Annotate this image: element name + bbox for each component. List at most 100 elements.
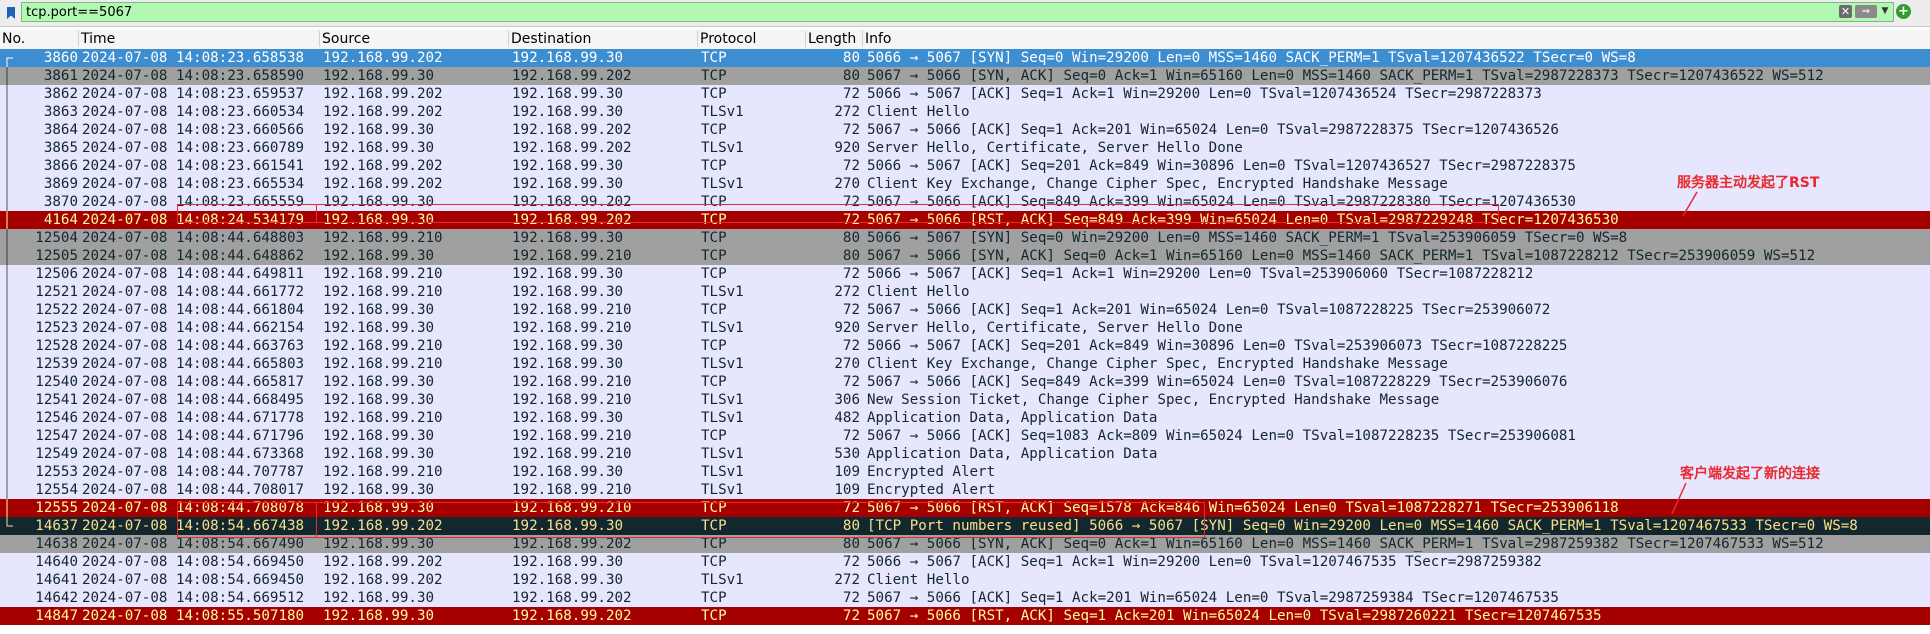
packet-info: Encrypted Alert	[867, 464, 996, 480]
packet-source: 192.168.99.30	[323, 590, 435, 606]
packet-number: 3869	[43, 176, 78, 192]
packet-source: 192.168.99.210	[323, 356, 443, 372]
packet-destination: 192.168.99.30	[512, 86, 624, 102]
packet-time: 2024-07-08 14:08:23.660566	[82, 122, 305, 138]
bookmark-icon[interactable]	[4, 5, 18, 20]
packet-protocol: TLSv1	[701, 320, 744, 336]
packet-time: 2024-07-08 14:08:54.669450	[82, 554, 305, 570]
packet-source: 192.168.99.30	[323, 446, 435, 462]
packet-row[interactable]: 3861 2024-07-08 14:08:23.658590 192.168.99…	[0, 67, 1930, 85]
packet-length: 920	[834, 140, 860, 156]
packet-protocol: TCP	[701, 68, 727, 84]
packet-protocol: TCP	[701, 230, 727, 246]
packet-row[interactable]: 3866 2024-07-08 14:08:23.661541 192.168.99…	[0, 157, 1930, 175]
packet-row[interactable]: 12553 2024-07-08 14:08:44.707787 192.168.9…	[0, 463, 1930, 481]
packet-destination: 192.168.99.210	[512, 446, 632, 462]
plus-icon[interactable]: +	[1896, 4, 1911, 19]
packet-row[interactable]: 12540 2024-07-08 14:08:44.665817 192.168.9…	[0, 373, 1930, 391]
packet-row[interactable]: 12549 2024-07-08 14:08:44.673368 192.168.9…	[0, 445, 1930, 463]
packet-source: 192.168.99.30	[323, 320, 435, 336]
packet-source: 192.168.99.202	[323, 50, 443, 66]
packet-row[interactable]: 3860 2024-07-08 14:08:23.658538 192.168.99…	[0, 49, 1930, 67]
packet-source: 192.168.99.210	[323, 284, 443, 300]
packet-source: 192.168.99.202	[323, 158, 443, 174]
packet-destination: 192.168.99.202	[512, 608, 632, 624]
annotation-box-time-col	[177, 502, 317, 538]
packet-destination: 192.168.99.30	[512, 554, 624, 570]
packet-info: 5066 → 5067 [ACK] Seq=1 Ack=1 Win=29200 …	[867, 86, 1542, 102]
packet-length: 72	[842, 86, 860, 102]
packet-row[interactable]: 12522 2024-07-08 14:08:44.661804 192.168.9…	[0, 301, 1930, 319]
display-filter-input[interactable]: tcp.port==5067	[21, 2, 1894, 22]
column-header-protocol[interactable]: Protocol	[700, 31, 756, 47]
packet-row[interactable]: 12505 2024-07-08 14:08:44.648862 192.168.9…	[0, 247, 1930, 265]
packet-length: 72	[842, 338, 860, 354]
column-header-no[interactable]: No.	[2, 31, 25, 47]
packet-row[interactable]: 14847 2024-07-08 14:08:55.507180 192.168.9…	[0, 607, 1930, 625]
packet-row[interactable]: 12528 2024-07-08 14:08:44.663763 192.168.9…	[0, 337, 1930, 355]
packet-source: 192.168.99.202	[323, 86, 443, 102]
packet-source: 192.168.99.202	[323, 104, 443, 120]
packet-source: 192.168.99.210	[323, 266, 443, 282]
packet-info: New Session Ticket, Change Cipher Spec, …	[867, 392, 1440, 408]
packet-row[interactable]: 3862 2024-07-08 14:08:23.659537 192.168.99…	[0, 85, 1930, 103]
packet-length: 272	[834, 284, 860, 300]
packet-length: 109	[834, 482, 860, 498]
packet-row[interactable]: 14641 2024-07-08 14:08:54.669450 192.168.9…	[0, 571, 1930, 589]
packet-destination: 192.168.99.30	[512, 284, 624, 300]
packet-row[interactable]: 14640 2024-07-08 14:08:54.669450 192.168.9…	[0, 553, 1930, 571]
packet-destination: 192.168.99.30	[512, 50, 624, 66]
column-header-source[interactable]: Source	[322, 31, 370, 47]
packet-length: 109	[834, 464, 860, 480]
packet-length: 80	[842, 248, 860, 264]
packet-info: Server Hello, Certificate, Server Hello …	[867, 320, 1243, 336]
column-header-info[interactable]: Info	[865, 31, 892, 47]
packet-protocol: TLSv1	[701, 446, 744, 462]
packet-row[interactable]: 12539 2024-07-08 14:08:44.665803 192.168.9…	[0, 355, 1930, 373]
packet-info: 5067 → 5066 [ACK] Seq=1 Ack=201 Win=6502…	[867, 302, 1551, 318]
packet-protocol: TCP	[701, 428, 727, 444]
packet-protocol: TCP	[701, 554, 727, 570]
packet-row[interactable]: 12521 2024-07-08 14:08:44.661772 192.168.9…	[0, 283, 1930, 301]
column-header-time[interactable]: Time	[81, 31, 115, 47]
column-header-length[interactable]: Length	[808, 31, 856, 47]
packet-time: 2024-07-08 14:08:23.658590	[82, 68, 305, 84]
packet-row[interactable]: 12547 2024-07-08 14:08:44.671796 192.168.9…	[0, 427, 1930, 445]
packet-protocol: TCP	[701, 374, 727, 390]
packet-info: 5066 → 5067 [ACK] Seq=201 Ack=849 Win=30…	[867, 158, 1576, 174]
packet-number: 3866	[43, 158, 78, 174]
packet-info: Encrypted Alert	[867, 482, 996, 498]
packet-protocol: TCP	[701, 608, 727, 624]
packet-destination: 192.168.99.210	[512, 374, 632, 390]
packet-row[interactable]: 14642 2024-07-08 14:08:54.669512 192.168.9…	[0, 589, 1930, 607]
packet-protocol: TLSv1	[701, 482, 744, 498]
chevron-down-icon[interactable]: ▼	[1879, 4, 1891, 18]
packet-number: 12554	[35, 482, 78, 498]
packet-info: 5067 → 5066 [ACK] Seq=1083 Ack=809 Win=6…	[867, 428, 1576, 444]
packet-row[interactable]: 12546 2024-07-08 14:08:44.671778 192.168.9…	[0, 409, 1930, 427]
packet-row[interactable]: 3863 2024-07-08 14:08:23.660534 192.168.99…	[0, 103, 1930, 121]
packet-length: 72	[842, 122, 860, 138]
packet-number: 14847	[35, 608, 78, 624]
packet-length: 306	[834, 392, 860, 408]
column-header-destination[interactable]: Destination	[511, 31, 591, 47]
clear-icon[interactable]: ✕	[1839, 5, 1852, 18]
packet-number: 4164	[43, 212, 78, 228]
packet-info: 5066 → 5067 [ACK] Seq=1 Ack=1 Win=29200 …	[867, 554, 1542, 570]
packet-row[interactable]: 3865 2024-07-08 14:08:23.660789 192.168.99…	[0, 139, 1930, 157]
packet-info: Application Data, Application Data	[867, 410, 1158, 426]
packet-time: 2024-07-08 14:08:23.658538	[82, 50, 305, 66]
packet-row[interactable]: 12506 2024-07-08 14:08:44.649811 192.168.9…	[0, 265, 1930, 283]
annotation-server-rst: 服务器主动发起了RST	[1677, 175, 1820, 191]
packet-number: 12522	[35, 302, 78, 318]
arrow-right-icon[interactable]: ⇒	[1855, 5, 1877, 18]
packet-row[interactable]: 12541 2024-07-08 14:08:44.668495 192.168.9…	[0, 391, 1930, 409]
packet-time: 2024-07-08 14:08:44.707787	[82, 464, 305, 480]
packet-row[interactable]: 3869 2024-07-08 14:08:23.665534 192.168.99…	[0, 175, 1930, 193]
packet-row[interactable]: 12504 2024-07-08 14:08:44.648803 192.168.9…	[0, 229, 1930, 247]
packet-row[interactable]: 12554 2024-07-08 14:08:44.708017 192.168.9…	[0, 481, 1930, 499]
packet-protocol: TCP	[701, 302, 727, 318]
packet-row[interactable]: 12523 2024-07-08 14:08:44.662154 192.168.9…	[0, 319, 1930, 337]
packet-protocol: TLSv1	[701, 464, 744, 480]
packet-row[interactable]: 3864 2024-07-08 14:08:23.660566 192.168.99…	[0, 121, 1930, 139]
